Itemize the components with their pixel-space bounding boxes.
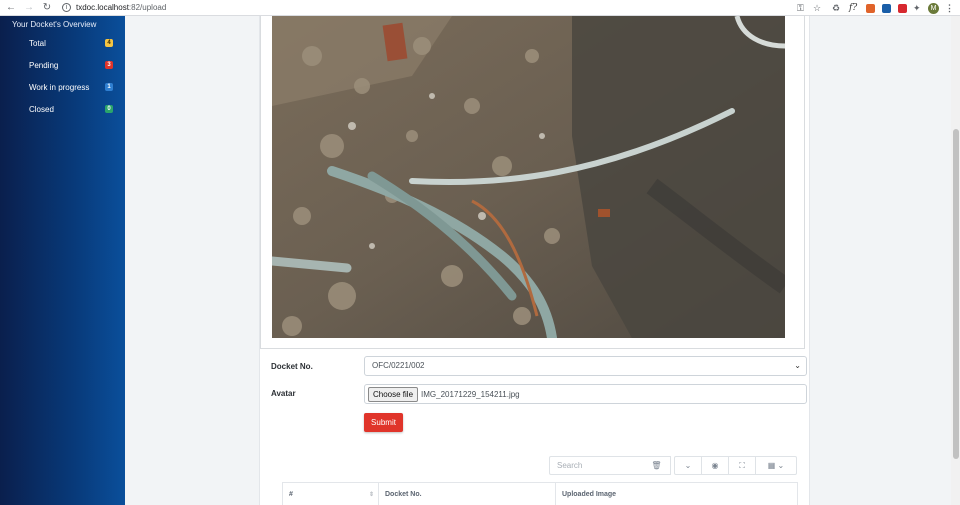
selected-file-name: IMG_20171229_154211.jpg (421, 389, 520, 399)
upload-card: Docket No. OFC/0221/002 ⌄ Avatar Choose … (259, 16, 810, 505)
sidebar-item-pending[interactable]: Pending 3 (0, 54, 125, 76)
image-preview-frame (260, 16, 805, 349)
extension-orange-icon[interactable] (866, 2, 875, 14)
scrollbar-thumb[interactable] (953, 129, 959, 459)
chevron-down-icon: ⌄ (794, 361, 801, 370)
column-header-number[interactable]: # ⇕ (283, 483, 379, 505)
address-bar[interactable]: i txdoc.localhost:82/upload (62, 1, 166, 14)
sidebar-item-closed[interactable]: Closed 0 (0, 98, 125, 120)
column-label: # (289, 490, 293, 498)
docket-select-value: OFC/0221/002 (372, 361, 425, 370)
extension-red-icon[interactable] (898, 2, 907, 14)
sidebar-item-work-in-progress[interactable]: Work in progress 1 (0, 76, 125, 98)
chevron-down-icon[interactable]: ⌄ (674, 456, 702, 475)
key-icon[interactable]: ⚿ (797, 2, 804, 14)
count-badge: 4 (105, 39, 113, 47)
column-header-docket[interactable]: Docket No. (379, 483, 556, 505)
sidebar-item-label: Pending (29, 60, 59, 70)
url-text[interactable]: txdoc.localhost:82/upload (76, 3, 166, 12)
browser-toolbar: ← → ↻ i txdoc.localhost:82/upload ⚿ ☆ ♻ … (0, 0, 960, 16)
star-icon[interactable]: ☆ (813, 2, 821, 14)
column-label: Docket No. (385, 490, 422, 498)
function-extension-icon[interactable]: f? (849, 2, 857, 14)
choose-file-button[interactable]: Choose file (368, 386, 419, 402)
main-content: Docket No. OFC/0221/002 ⌄ Avatar Choose … (125, 16, 960, 505)
sidebar-heading: Your Docket's Overview (12, 20, 97, 29)
sidebar-item-label: Work in progress (29, 82, 90, 92)
excavation-photo-icon (272, 16, 785, 338)
site-info-icon[interactable]: i (62, 3, 71, 12)
submit-button[interactable]: Submit (364, 413, 403, 432)
page-scrollbar[interactable] (951, 16, 960, 505)
docket-label: Docket No. (271, 362, 313, 371)
fullscreen-icon[interactable]: ⛶ (728, 456, 756, 475)
column-label: Uploaded Image (562, 490, 617, 498)
puzzle-extensions-icon[interactable]: ✦ (913, 2, 921, 14)
profile-avatar[interactable]: M (928, 2, 939, 14)
column-header-uploaded-image[interactable]: Uploaded Image (556, 483, 797, 505)
export-icon[interactable]: ▦ ⌄ (755, 456, 797, 475)
menu-kebab-icon[interactable]: ⋮ (945, 2, 954, 14)
recycle-extension-icon[interactable]: ♻ (832, 2, 840, 14)
sidebar-item-label: Total (29, 38, 46, 48)
table-search-input[interactable]: Search (549, 456, 644, 475)
avatar-label: Avatar (271, 389, 296, 398)
count-badge: 0 (105, 105, 113, 113)
docket-select[interactable]: OFC/0221/002 ⌄ (364, 356, 807, 376)
sort-icon: ⇕ (368, 491, 374, 498)
url-host: txdoc.localhost (76, 3, 129, 12)
count-badge: 1 (105, 83, 113, 91)
extension-blue-icon[interactable] (882, 2, 891, 14)
reload-icon[interactable]: ↻ (40, 1, 54, 15)
back-icon[interactable]: ← (4, 1, 18, 15)
sidebar-item-label: Closed (29, 104, 54, 114)
count-badge: 3 (105, 61, 113, 69)
file-input[interactable]: Choose file IMG_20171229_154211.jpg (364, 384, 807, 404)
uploads-table-header: # ⇕ Docket No. Uploaded Image (282, 482, 798, 505)
url-path: :82/upload (128, 3, 167, 12)
forward-icon[interactable]: → (22, 1, 36, 15)
sidebar-item-total[interactable]: Total 4 (0, 32, 125, 54)
profile-letter: M (928, 2, 939, 14)
sidebar: Your Docket's Overview Total 4 Pending 3… (0, 16, 125, 505)
eye-icon[interactable]: ◉ (701, 456, 729, 475)
trash-icon[interactable]: 🗑 (643, 456, 671, 475)
uploaded-photo-preview (272, 16, 785, 338)
